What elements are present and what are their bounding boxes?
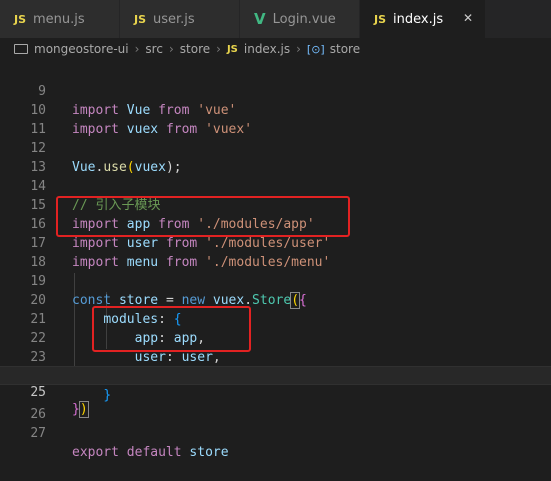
- line-number: 27: [30, 426, 46, 441]
- js-file-icon: JS: [14, 12, 27, 26]
- keyword: export: [72, 445, 119, 460]
- js-file-icon: JS: [226, 43, 238, 55]
- chevron-right-icon: ›: [168, 42, 174, 56]
- tab-label: index.js: [393, 11, 444, 27]
- tab-label: Login.vue: [272, 11, 336, 27]
- code-line: 13: [0, 139, 551, 175]
- js-file-icon: JS: [134, 12, 147, 26]
- variable-symbol-icon: [⊙]: [306, 42, 325, 56]
- code-line: 20 modules: {: [0, 272, 551, 327]
- code-line: 11: [0, 101, 551, 137]
- identifier: store: [189, 445, 229, 460]
- code-line: 24 }: [0, 348, 551, 403]
- breadcrumb-item[interactable]: store: [180, 42, 210, 56]
- highlight-box-modules: [92, 306, 251, 352]
- chevron-right-icon: ›: [134, 42, 140, 56]
- code-line: 22 user: user,: [0, 310, 551, 365]
- code-line: 10 import vuex from 'vuex': [0, 82, 551, 137]
- close-tab-icon[interactable]: ✕: [463, 11, 473, 25]
- code-editor[interactable]: 9 import Vue from 'vue' 10 import vuex f…: [0, 60, 551, 460]
- breadcrumb-item[interactable]: mongeostore-ui: [34, 42, 129, 56]
- tab-login-vue[interactable]: V Login.vue: [240, 0, 360, 38]
- chevron-right-icon: ›: [296, 42, 301, 56]
- highlight-box-imports: [56, 196, 350, 237]
- code-line: 23 menu: menu: [0, 329, 551, 384]
- tab-label: menu.js: [33, 11, 85, 27]
- editor-tab-bar: JS menu.js JS user.js V Login.vue JS ind…: [0, 0, 551, 38]
- code-line: 19 const store = new vuex.Store({: [0, 253, 551, 309]
- js-file-icon: JS: [374, 12, 387, 26]
- breadcrumb-item[interactable]: index.js: [244, 42, 290, 56]
- tab-index-js[interactable]: JS index.js ✕: [360, 0, 486, 38]
- code-line: 26: [0, 386, 551, 422]
- folder-icon: [14, 44, 28, 54]
- tab-menu-js[interactable]: JS menu.js: [0, 0, 120, 38]
- code-line: 12 Vue.use(vuex);: [0, 120, 551, 175]
- breadcrumb: mongeostore-ui › src › store › JS index.…: [0, 38, 551, 60]
- tab-user-js[interactable]: JS user.js: [120, 0, 240, 38]
- breadcrumb-item[interactable]: src: [145, 42, 163, 56]
- chevron-right-icon: ›: [216, 42, 221, 56]
- code-line: 21 app: app,: [0, 291, 551, 346]
- code-line-current: 25 }): [0, 366, 551, 418]
- code-line: 9 import Vue from 'vue': [0, 63, 551, 118]
- code-line: 27 export default store: [0, 405, 551, 460]
- vue-file-icon: V: [254, 10, 266, 28]
- code-line: 14 // 引入子模块: [0, 158, 551, 213]
- breadcrumb-item[interactable]: store: [330, 42, 360, 56]
- code-line: 15 import app from './modules/app': [0, 177, 551, 232]
- tab-label: user.js: [153, 11, 195, 27]
- keyword: default: [126, 445, 182, 460]
